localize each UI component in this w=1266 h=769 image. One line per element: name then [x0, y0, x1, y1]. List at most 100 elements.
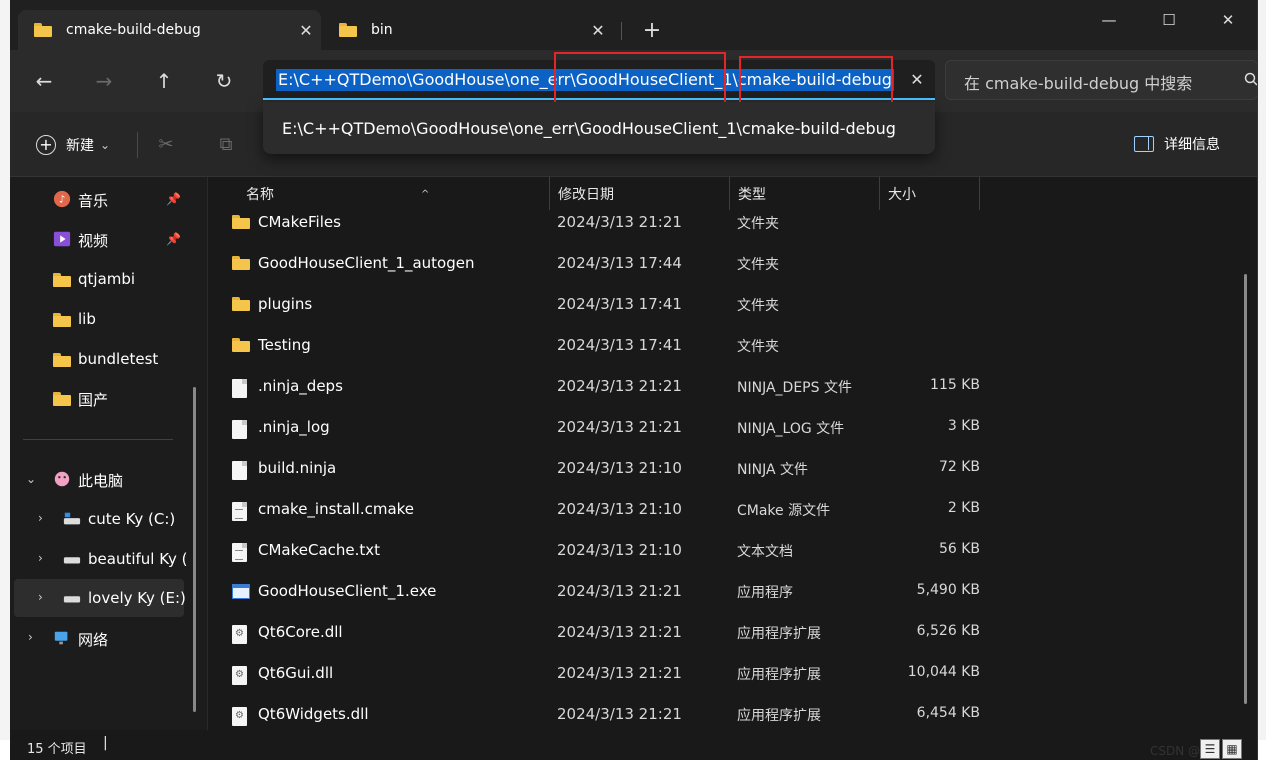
table-row[interactable]: Qt6Gui.dll 2024/3/13 21:21 应用程序扩展 10,044 KB: [220, 654, 980, 695]
search-box[interactable]: 在 cmake-build-debug 中搜索: [945, 60, 1258, 100]
tab-title: cmake-build-debug: [66, 22, 201, 38]
clear-address-icon[interactable]: ✕: [905, 68, 929, 92]
sidebar-item-bundletest[interactable]: bundletest: [10, 340, 195, 378]
file-modified: 2024/3/13 21:21: [557, 213, 682, 231]
tab-title: bin: [371, 22, 393, 38]
network-icon: [54, 631, 68, 645]
table-row[interactable]: .ninja_deps 2024/3/13 21:21 NINJA_DEPS 文件 1…: [220, 367, 980, 408]
maximize-button[interactable]: ☐: [1146, 6, 1192, 34]
file-size: 6,454 KB: [916, 705, 980, 721]
file-type: 应用程序: [737, 585, 793, 601]
refresh-button[interactable]: ↻: [206, 65, 242, 97]
table-row[interactable]: GoodHouseClient_1_autogen 2024/3/13 17:44…: [220, 244, 980, 285]
table-row[interactable]: GoodHouseClient_1.exe 2024/3/13 21:21 应用程序…: [220, 572, 980, 613]
column-header-label: 大小: [888, 187, 916, 203]
sidebar-item-music[interactable]: ♪ 音乐 📌: [10, 180, 195, 218]
search-icon[interactable]: [1244, 72, 1258, 86]
file-type: NINJA_LOG 文件: [737, 421, 845, 437]
drive-icon: [63, 512, 81, 525]
tiles-view-icon[interactable]: ▦: [1222, 739, 1242, 759]
file-list: 名称 ^ 修改日期 类型 大小 CMakeFiles 2024/3/13 21:21…: [208, 177, 1257, 730]
folder-icon: [53, 273, 71, 287]
sidebar-item-this-pc[interactable]: ⌄ 此电脑: [10, 460, 195, 498]
tab-cmake-build-debug[interactable]: cmake-build-debug ✕: [18, 10, 321, 50]
details-button[interactable]: 详细信息: [1134, 134, 1220, 154]
file-type: 应用程序扩展: [737, 667, 821, 683]
chevron-right-icon[interactable]: ›: [28, 630, 33, 644]
table-row[interactable]: CMakeCache.txt 2024/3/13 21:10 文本文档 56 KB: [220, 531, 980, 572]
pin-icon: 📌: [166, 192, 181, 206]
table-row[interactable]: Qt6Core.dll 2024/3/13 21:21 应用程序扩展 6,526 KB: [220, 613, 980, 654]
sidebar-scrollbar[interactable]: [193, 387, 196, 712]
file-name: plugins: [258, 295, 313, 313]
sidebar-item-guochan[interactable]: 国产: [10, 379, 195, 417]
table-row[interactable]: plugins 2024/3/13 17:41 文件夹: [220, 285, 980, 326]
file-name: GoodHouseClient_1_autogen: [258, 254, 475, 272]
sidebar-item-lib[interactable]: lib: [10, 300, 195, 338]
file-type: 文件夹: [737, 257, 779, 273]
new-label: 新建: [66, 138, 94, 154]
file-icon: [232, 379, 247, 398]
address-suggestion-dropdown: E:\C++QTDemo\GoodHouse\one_err\GoodHouse…: [263, 102, 935, 154]
cut-icon[interactable]: ✂: [155, 134, 177, 156]
close-tab-icon[interactable]: ✕: [291, 21, 321, 40]
chevron-right-icon[interactable]: ›: [38, 551, 43, 565]
up-button[interactable]: ↑: [146, 65, 182, 97]
text-file-icon: [232, 543, 247, 562]
chevron-right-icon[interactable]: ›: [38, 511, 43, 525]
chevron-down-icon[interactable]: ⌄: [26, 472, 36, 486]
tab-bin[interactable]: bin ✕: [323, 10, 613, 50]
column-header-label: 修改日期: [558, 187, 614, 203]
sidebar-item-drive-e[interactable]: › lovely Ky (E:): [14, 579, 186, 617]
table-row[interactable]: Testing 2024/3/13 17:41 文件夹: [220, 326, 980, 367]
sidebar-item-label: qtjambi: [78, 270, 136, 288]
back-button[interactable]: ←: [26, 65, 62, 97]
sidebar-item-network[interactable]: › 网络: [10, 619, 195, 657]
copy-icon[interactable]: ⧉: [215, 134, 237, 156]
address-suggestion-item[interactable]: E:\C++QTDemo\GoodHouse\one_err\GoodHouse…: [282, 119, 896, 138]
new-button[interactable]: + 新建 ⌄: [36, 132, 110, 158]
folder-icon: [232, 338, 250, 352]
file-name: .ninja_deps: [258, 377, 343, 395]
drive-icon: [63, 596, 81, 603]
application-icon: [232, 584, 250, 599]
file-icon: [232, 461, 247, 480]
computer-icon: [54, 471, 70, 487]
file-modified: 2024/3/13 21:10: [557, 500, 682, 518]
details-pane-icon: [1134, 136, 1154, 152]
file-name: CMakeFiles: [258, 213, 341, 231]
pin-icon: 📌: [166, 232, 181, 246]
table-row[interactable]: build.ninja 2024/3/13 21:10 NINJA 文件 72 KB: [220, 449, 980, 490]
dll-file-icon: [232, 666, 247, 685]
file-type: 应用程序扩展: [737, 626, 821, 642]
file-modified: 2024/3/13 21:21: [557, 664, 682, 682]
file-modified: 2024/3/13 21:21: [557, 623, 682, 641]
column-header-label: 类型: [738, 187, 766, 203]
file-size: 115 KB: [930, 377, 980, 393]
details-view-icon[interactable]: ☰: [1200, 739, 1220, 759]
table-row[interactable]: .ninja_log 2024/3/13 21:21 NINJA_LOG 文件 3 K…: [220, 408, 980, 449]
file-type: 文件夹: [737, 298, 779, 314]
file-type: 文本文档: [737, 544, 793, 560]
sidebar-item-label: cute Ky (C:): [88, 510, 176, 528]
close-window-button[interactable]: ✕: [1205, 6, 1251, 34]
sidebar-item-drive-c[interactable]: › cute Ky (C:): [10, 500, 195, 538]
status-bar: 15 个项目 |: [10, 730, 1257, 760]
sidebar-item-qtjambi[interactable]: qtjambi: [10, 260, 195, 298]
chevron-right-icon[interactable]: ›: [38, 590, 43, 604]
sidebar-item-videos[interactable]: 视频 📌: [10, 220, 195, 258]
file-size: 56 KB: [938, 541, 980, 557]
table-row[interactable]: CMakeFiles 2024/3/13 21:21 文件夹: [220, 203, 980, 244]
close-tab-icon[interactable]: ✕: [583, 21, 613, 40]
minimize-button[interactable]: —: [1086, 6, 1132, 34]
sidebar-item-drive-d[interactable]: › beautiful Ky (: [10, 540, 195, 578]
table-row[interactable]: cmake_install.cmake 2024/3/13 21:10 CMake …: [220, 490, 980, 531]
drive-icon: [63, 557, 81, 564]
new-tab-button[interactable]: +: [637, 16, 667, 46]
file-type: CMake 源文件: [737, 503, 831, 519]
forward-button[interactable]: →: [86, 65, 122, 97]
video-icon: [53, 231, 71, 247]
sidebar-item-label: lovely Ky (E:): [88, 589, 186, 607]
file-list-scrollbar[interactable]: [1244, 274, 1247, 704]
sidebar-item-label: bundletest: [78, 350, 159, 368]
